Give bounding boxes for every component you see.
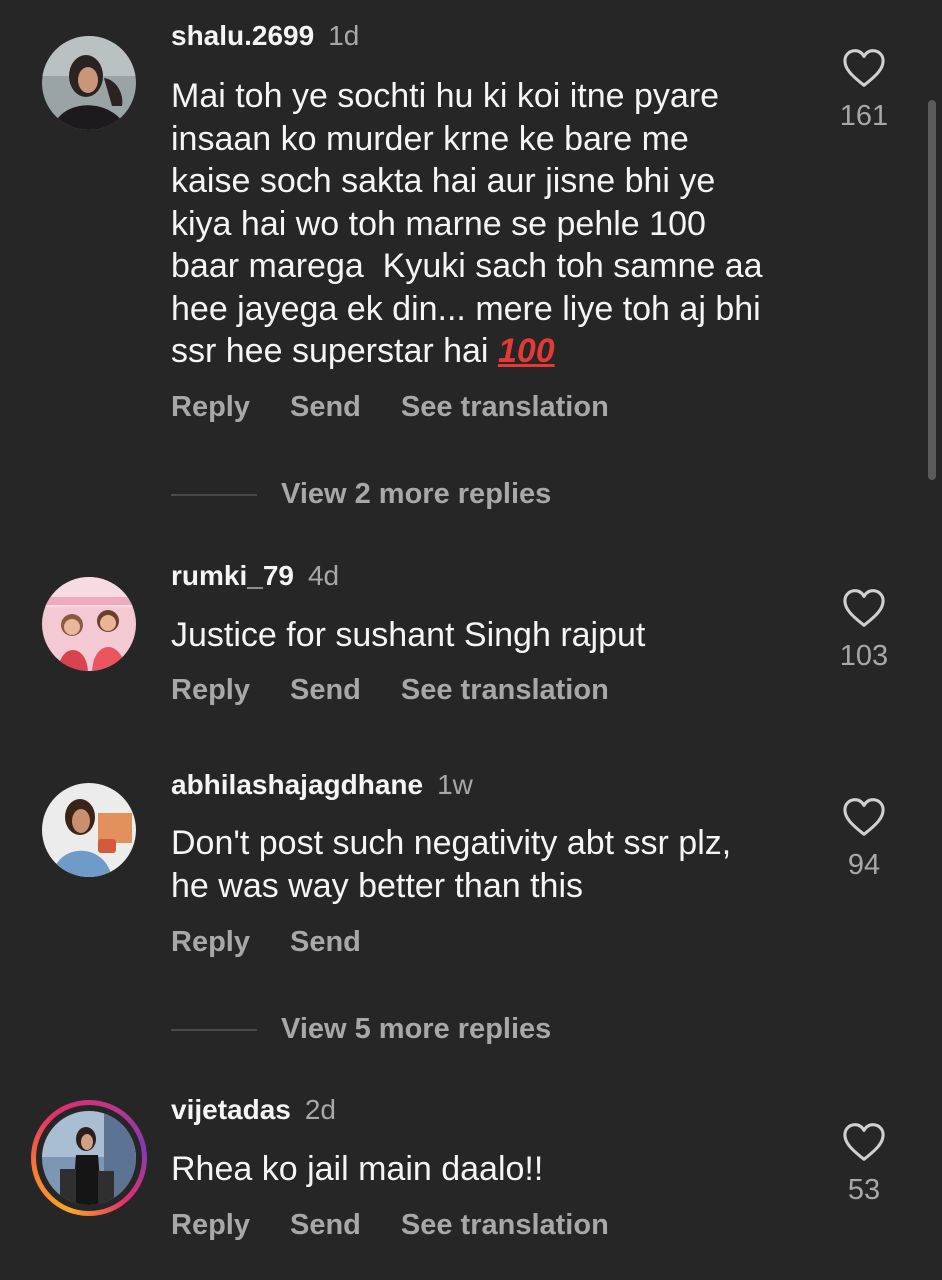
avatar[interactable] [42, 36, 136, 130]
timestamp: 1d [328, 20, 360, 51]
view-replies[interactable]: View 2 more replies [171, 478, 551, 518]
send-button[interactable]: Send [290, 926, 361, 958]
comment-body: Don't post such negativity abt ssr plz, … [171, 824, 732, 905]
comment-text: Rhea ko jail main daalo!! [171, 1148, 811, 1191]
comment-actions: Reply Send See translation [171, 674, 649, 707]
like-control: 103 [838, 588, 890, 673]
reply-button[interactable]: Reply [171, 674, 250, 706]
see-translation-button[interactable]: See translation [401, 674, 609, 706]
view-replies-label[interactable]: View 2 more replies [281, 478, 551, 510]
scrollbar[interactable] [928, 100, 936, 480]
like-count: 103 [839, 640, 889, 672]
reply-button[interactable]: Reply [171, 926, 250, 958]
comment-text: Justice for sushant Singh rajput [171, 614, 811, 657]
comment-text: Mai toh ye sochti hu ki koi itne pyare i… [171, 75, 811, 373]
avatar-image [42, 783, 136, 877]
comment-actions: Reply Send See translation [171, 1209, 649, 1242]
send-button[interactable]: Send [290, 674, 361, 706]
comment-header: shalu.2699 1d [171, 20, 359, 52]
timestamp: 4d [307, 560, 340, 591]
avatar-image [42, 577, 136, 671]
comment-header: abhilashajagdhane 1w [171, 769, 473, 801]
heart-outline-icon[interactable] [842, 588, 886, 628]
avatar[interactable] [42, 783, 136, 877]
see-translation-button[interactable]: See translation [401, 391, 609, 423]
reply-button[interactable]: Reply [171, 391, 250, 423]
like-count: 94 [847, 849, 881, 881]
comment-body: Mai toh ye sochti hu ki koi itne pyare i… [171, 77, 763, 370]
send-button[interactable]: Send [290, 1209, 361, 1241]
heart-outline-icon[interactable] [842, 48, 886, 88]
divider [171, 493, 257, 496]
hundred-points-emoji-icon: 100 [497, 332, 555, 370]
comment-body: Rhea ko jail main daalo!! [171, 1150, 544, 1188]
comment-header: rumki_79 4d [171, 560, 339, 592]
avatar-image [42, 36, 136, 130]
reply-button[interactable]: Reply [171, 1209, 250, 1241]
timestamp: 1w [437, 769, 473, 800]
story-ring[interactable] [31, 1100, 147, 1216]
username[interactable]: shalu.2699 [171, 20, 314, 51]
heart-outline-icon[interactable] [842, 797, 886, 837]
avatar[interactable] [42, 577, 136, 671]
like-control: 161 [838, 48, 890, 133]
see-translation-button[interactable]: See translation [401, 1209, 609, 1241]
like-control: 53 [838, 1122, 890, 1207]
like-count: 53 [847, 1174, 881, 1206]
view-replies-label[interactable]: View 5 more replies [281, 1013, 551, 1045]
divider [171, 1028, 257, 1031]
send-button[interactable]: Send [290, 391, 361, 423]
heart-outline-icon[interactable] [842, 1122, 886, 1162]
avatar[interactable] [42, 1111, 136, 1205]
like-control: 94 [838, 797, 890, 882]
comment-body: Justice for sushant Singh rajput [171, 616, 646, 654]
username[interactable]: rumki_79 [171, 560, 294, 591]
avatar-image [42, 1111, 136, 1205]
username[interactable]: abhilashajagdhane [171, 769, 423, 800]
comment-actions: Reply Send See translation [171, 391, 649, 424]
comment-text: Don't post such negativity abt ssr plz, … [171, 822, 811, 907]
username[interactable]: vijetadas [171, 1094, 291, 1125]
comment-header: vijetadas 2d [171, 1094, 336, 1126]
like-count: 161 [839, 100, 889, 132]
view-replies[interactable]: View 5 more replies [171, 1013, 551, 1053]
timestamp: 2d [304, 1094, 337, 1125]
comment-actions: Reply Send [171, 926, 401, 959]
